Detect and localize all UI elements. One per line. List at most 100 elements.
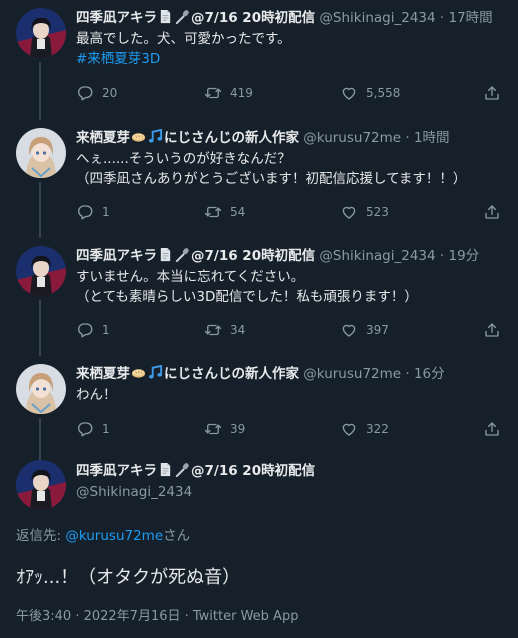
tweet-line: 最高でした。犬、可愛かったです。 bbox=[76, 31, 291, 47]
retweet-button[interactable]: 34 bbox=[204, 321, 245, 339]
share-button[interactable] bbox=[483, 203, 501, 221]
avatar[interactable] bbox=[16, 460, 66, 510]
share-button[interactable] bbox=[483, 321, 501, 339]
share-icon bbox=[483, 203, 501, 221]
display-name[interactable]: 四季凪アキラ bbox=[76, 10, 157, 26]
reply-icon bbox=[76, 203, 94, 221]
retweet-button[interactable]: 39 bbox=[204, 420, 245, 438]
tweet-line: すいません。本当に忘れてください。 bbox=[76, 269, 305, 285]
music-note-emoji bbox=[148, 365, 163, 380]
reply-prefix: 返信先: bbox=[16, 528, 66, 544]
share-icon bbox=[483, 420, 501, 438]
like-icon bbox=[340, 84, 358, 102]
retweet-count: 34 bbox=[230, 323, 246, 337]
tweet-line: へぇ......そういうのが好きなんだ？ bbox=[76, 151, 291, 167]
hashtag-link[interactable]: #来栖夏芽3D bbox=[76, 49, 502, 69]
tweet[interactable]: 来栖夏芽 にじさんじの新人作家 @kurusu72me · 16分 わん！ 1 3… bbox=[0, 356, 518, 456]
like-button[interactable]: 397 bbox=[340, 321, 389, 339]
avatar[interactable] bbox=[16, 128, 66, 178]
display-name[interactable]: 来栖夏芽 bbox=[76, 366, 130, 382]
share-icon bbox=[483, 321, 501, 339]
reply-button[interactable]: 1 bbox=[76, 420, 110, 438]
retweet-count: 419 bbox=[230, 86, 253, 100]
reply-suffix: さん bbox=[163, 528, 191, 544]
user-handle[interactable]: @kurusu72me bbox=[303, 130, 401, 146]
reply-context: 返信先: @kurusu72meさん bbox=[16, 524, 190, 544]
retweet-icon bbox=[204, 84, 222, 102]
reply-icon bbox=[76, 84, 94, 102]
like-icon bbox=[340, 321, 358, 339]
focused-tweet-text: ｵｱｯ...！（オタクが死ぬ音） bbox=[16, 567, 241, 588]
reply-count: 1 bbox=[102, 323, 110, 337]
tweet[interactable]: 四季凪アキラ @7/16 20時初配信 @Shikinagi_2434 · 19分… bbox=[0, 238, 518, 356]
share-icon bbox=[483, 84, 501, 102]
document-emoji bbox=[158, 247, 173, 262]
tweet-header: 四季凪アキラ @7/16 20時初配信 @Shikinagi_2434 · 19分 bbox=[76, 246, 502, 266]
display-name[interactable]: 来栖夏芽 bbox=[76, 130, 130, 146]
reply-button[interactable]: 1 bbox=[76, 321, 110, 339]
tweet-line: （とても素晴らしい3D配信でした！私も頑張ります！） bbox=[76, 289, 418, 305]
retweet-button[interactable]: 54 bbox=[204, 203, 245, 221]
reply-button[interactable]: 1 bbox=[76, 203, 110, 221]
avatar[interactable] bbox=[16, 364, 66, 414]
retweet-icon bbox=[204, 420, 222, 438]
tweet-header: 来栖夏芽 にじさんじの新人作家 @kurusu72me · 16分 bbox=[76, 364, 502, 384]
document-emoji bbox=[158, 462, 173, 477]
tweet-header: 四季凪アキラ @7/16 20時初配信 @Shikinagi_2434 · 17時… bbox=[76, 8, 502, 28]
retweet-button[interactable]: 419 bbox=[204, 84, 253, 102]
like-button[interactable]: 523 bbox=[340, 203, 389, 221]
like-count: 397 bbox=[366, 323, 389, 337]
retweet-icon bbox=[204, 321, 222, 339]
display-name-suffix: @7/16 20時初配信 bbox=[191, 248, 316, 264]
document-emoji bbox=[158, 9, 173, 24]
microphone-emoji bbox=[175, 247, 190, 262]
microphone-emoji bbox=[175, 462, 190, 477]
like-icon bbox=[340, 420, 358, 438]
display-name[interactable]: 四季凪アキラ bbox=[76, 463, 157, 479]
timestamp[interactable]: · 1時間 bbox=[405, 130, 449, 146]
share-button[interactable] bbox=[483, 420, 501, 438]
tweet-line: わん！ bbox=[76, 387, 117, 403]
tweet-line: （四季凪さんありがとうございます！初配信応援してます！！） bbox=[76, 171, 467, 187]
tweet-text: わん！ bbox=[76, 385, 502, 405]
like-button[interactable]: 322 bbox=[340, 420, 389, 438]
like-button[interactable]: 5,558 bbox=[340, 84, 400, 102]
like-icon bbox=[340, 203, 358, 221]
microphone-emoji bbox=[175, 9, 190, 24]
user-handle[interactable]: @Shikinagi_2434 bbox=[76, 484, 192, 500]
tweet-text: へぇ......そういうのが好きなんだ？ （四季凪さんありがとうございます！初配… bbox=[76, 149, 502, 189]
tweet[interactable]: 来栖夏芽 にじさんじの新人作家 @kurusu72me · 1時間 へぇ.....… bbox=[0, 118, 518, 238]
like-count: 322 bbox=[366, 422, 389, 436]
like-count: 523 bbox=[366, 205, 389, 219]
reply-icon bbox=[76, 321, 94, 339]
reply-icon bbox=[76, 420, 94, 438]
tweet[interactable]: 四季凪アキラ @7/16 20時初配信 @Shikinagi_2434 · 17時… bbox=[0, 0, 518, 118]
like-count: 5,558 bbox=[366, 86, 401, 100]
tweet-meta[interactable]: 午後3:40 · 2022年7月16日 · Twitter Web App bbox=[16, 605, 298, 624]
tweet-text: 最高でした。犬、可愛かったです。 #来栖夏芽3D bbox=[76, 29, 502, 69]
user-handle[interactable]: @Shikinagi_2434 bbox=[319, 248, 435, 264]
bread-emoji bbox=[131, 129, 146, 144]
display-name-suffix: にじさんじの新人作家 bbox=[164, 130, 299, 146]
timestamp[interactable]: · 16分 bbox=[405, 366, 444, 382]
display-name[interactable]: 四季凪アキラ bbox=[76, 248, 157, 264]
avatar[interactable] bbox=[16, 246, 66, 296]
music-note-emoji bbox=[148, 129, 163, 144]
tweet-header: 四季凪アキラ @7/16 20時初配信 bbox=[76, 461, 315, 481]
mention-link[interactable]: @kurusu72me bbox=[65, 528, 163, 544]
timestamp[interactable]: · 19分 bbox=[440, 248, 479, 264]
reply-count: 20 bbox=[102, 86, 118, 100]
tweet-header: 来栖夏芽 にじさんじの新人作家 @kurusu72me · 1時間 bbox=[76, 128, 502, 148]
user-handle[interactable]: @Shikinagi_2434 bbox=[319, 10, 435, 26]
user-handle[interactable]: @kurusu72me bbox=[303, 366, 401, 382]
retweet-icon bbox=[204, 203, 222, 221]
reply-count: 1 bbox=[102, 205, 110, 219]
timestamp[interactable]: · 17時間 bbox=[440, 10, 493, 26]
reply-button[interactable]: 20 bbox=[76, 84, 117, 102]
display-name-suffix: にじさんじの新人作家 bbox=[164, 366, 299, 382]
avatar[interactable] bbox=[16, 8, 66, 58]
share-button[interactable] bbox=[483, 84, 501, 102]
bread-emoji bbox=[131, 365, 146, 380]
reply-count: 1 bbox=[102, 422, 110, 436]
retweet-count: 39 bbox=[230, 422, 246, 436]
